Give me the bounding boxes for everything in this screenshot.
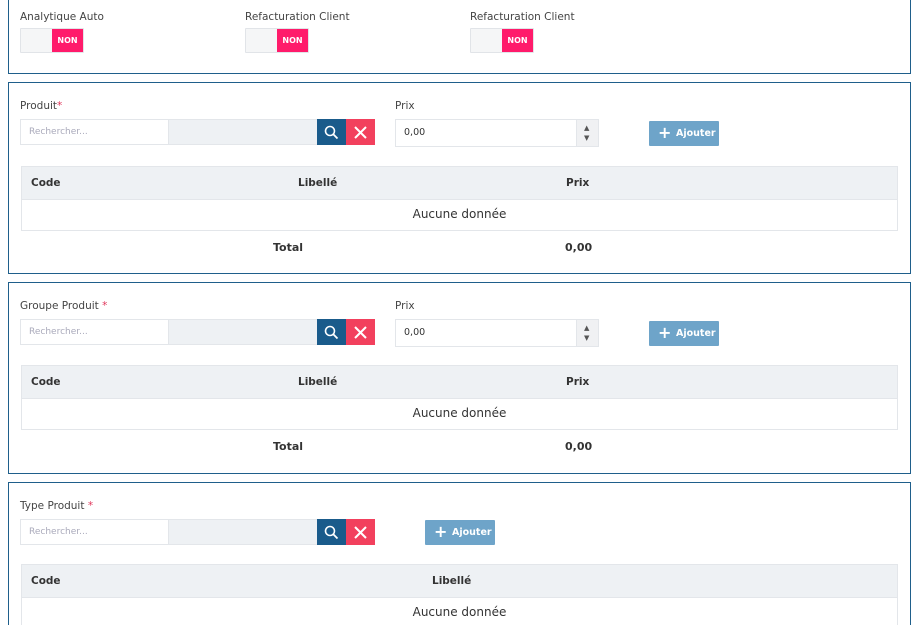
analytique-auto-label: Analytique Auto: [20, 11, 104, 23]
produit-prix-input[interactable]: 0,00 ▲ ▼: [395, 119, 599, 147]
produit-search-input[interactable]: Rechercher...: [20, 119, 169, 145]
refacturation-client-toggle-2[interactable]: NON: [470, 28, 534, 53]
plus-icon: +: [658, 123, 672, 142]
type-produit-label: Type Produit *: [20, 500, 94, 512]
add-button-label: Ajouter: [452, 527, 492, 538]
produit-prix-value: 0,00: [404, 127, 426, 138]
column-header-code[interactable]: Code: [31, 167, 61, 200]
produit-search-button[interactable]: [317, 119, 346, 145]
required-mark: *: [57, 100, 63, 112]
groupe-produit-selected-display: [169, 319, 317, 345]
caret-down-icon[interactable]: ▼: [584, 134, 589, 142]
add-button-label: Ajouter: [676, 128, 716, 139]
add-button-label: Ajouter: [676, 328, 716, 339]
empty-table-message: Aucune donnée: [21, 199, 898, 231]
analytique-auto-toggle[interactable]: NON: [20, 28, 84, 53]
produit-clear-button[interactable]: [346, 119, 375, 145]
column-header-libelle[interactable]: Libellé: [298, 366, 337, 399]
prix-stepper[interactable]: ▲ ▼: [576, 320, 598, 346]
type-produit-add-button[interactable]: + Ajouter: [425, 520, 495, 545]
close-icon: [354, 126, 367, 139]
produit-label: Produit*: [20, 100, 63, 112]
search-icon: [324, 325, 339, 340]
empty-table-message: Aucune donnée: [21, 597, 898, 625]
plus-icon: +: [434, 522, 448, 541]
groupe-produit-add-button[interactable]: + Ajouter: [649, 321, 719, 346]
total-label: Total: [273, 440, 304, 453]
toggle-state: NON: [502, 29, 533, 52]
groupe-produit-search-input[interactable]: Rechercher...: [20, 319, 169, 345]
required-mark: *: [102, 300, 108, 312]
toggle-knob: [21, 29, 53, 52]
close-icon: [354, 326, 367, 339]
produit-add-button[interactable]: + Ajouter: [649, 121, 719, 146]
total-value: 0,00: [565, 440, 593, 453]
column-header-prix[interactable]: Prix: [566, 366, 589, 399]
table-header: Code Libellé Prix: [21, 365, 898, 399]
groupe-produit-clear-button[interactable]: [346, 319, 375, 345]
refacturation-client-toggle[interactable]: NON: [245, 28, 309, 53]
produit-prix-label: Prix: [395, 100, 415, 112]
column-header-code[interactable]: Code: [31, 366, 61, 399]
column-header-prix[interactable]: Prix: [566, 167, 589, 200]
groupe-produit-prix-value: 0,00: [404, 327, 426, 338]
produit-selected-display: [169, 119, 317, 145]
toggle-knob: [471, 29, 503, 52]
type-produit-panel: Type Produit * Rechercher... + Ajouter C…: [8, 482, 911, 625]
total-label: Total: [273, 241, 304, 254]
type-produit-selected-display: [169, 519, 317, 545]
search-icon: [324, 525, 339, 540]
type-produit-search-input[interactable]: Rechercher...: [20, 519, 169, 545]
empty-table-message: Aucune donnée: [21, 398, 898, 430]
table-header: Code Libellé: [21, 564, 898, 598]
type-produit-search-button[interactable]: [317, 519, 346, 545]
toggle-state: NON: [52, 29, 83, 52]
toggle-state: NON: [277, 29, 308, 52]
search-icon: [324, 125, 339, 140]
column-header-libelle[interactable]: Libellé: [432, 565, 471, 598]
groupe-produit-prix-input[interactable]: 0,00 ▲ ▼: [395, 319, 599, 347]
required-mark: *: [87, 500, 94, 512]
caret-up-icon[interactable]: ▲: [584, 324, 589, 332]
column-header-code[interactable]: Code: [31, 565, 61, 598]
close-icon: [354, 526, 367, 539]
refacturation-client-label: Refacturation Client: [245, 11, 350, 23]
toggle-knob: [246, 29, 278, 52]
options-panel: Analytique Auto NON Refacturation Client…: [8, 0, 911, 74]
plus-icon: +: [658, 323, 672, 342]
total-value: 0,00: [565, 241, 593, 254]
groupe-produit-label: Groupe Produit *: [20, 300, 108, 312]
table-header: Code Libellé Prix: [21, 166, 898, 200]
prix-stepper[interactable]: ▲ ▼: [576, 120, 598, 146]
groupe-produit-prix-label: Prix: [395, 300, 415, 312]
refacturation-client-label-2: Refacturation Client: [470, 11, 575, 23]
groupe-produit-panel: Groupe Produit * Rechercher... Prix 0,00…: [8, 282, 911, 474]
column-header-libelle[interactable]: Libellé: [298, 167, 337, 200]
produit-panel: Produit* Rechercher... Prix 0,00 ▲ ▼ + A…: [8, 82, 911, 274]
caret-down-icon[interactable]: ▼: [584, 334, 589, 342]
type-produit-clear-button[interactable]: [346, 519, 375, 545]
caret-up-icon[interactable]: ▲: [584, 124, 589, 132]
groupe-produit-search-button[interactable]: [317, 319, 346, 345]
